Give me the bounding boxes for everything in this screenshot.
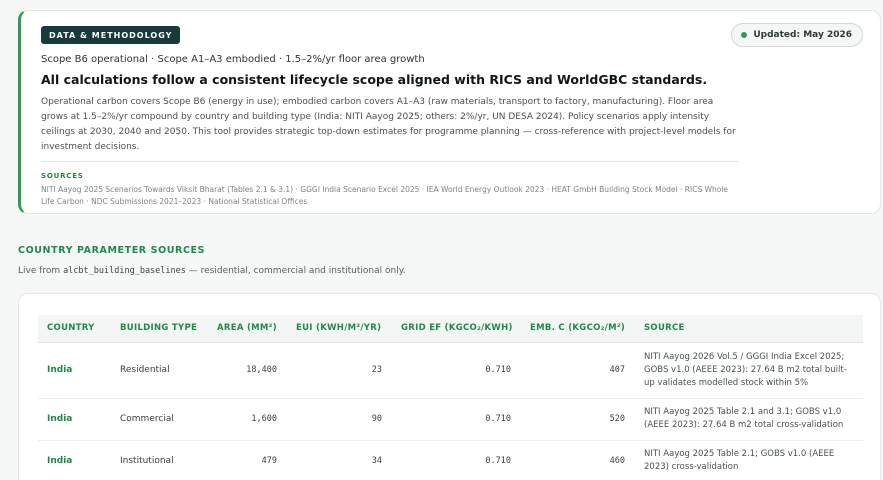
updated-label: Updated: May 2026	[753, 30, 852, 40]
column-header-area[interactable]: AREA (MM²)	[208, 315, 287, 343]
column-header-source[interactable]: SOURCE	[635, 315, 863, 343]
cell-grid-ef: 0.710	[392, 398, 521, 441]
cell-eui: 90	[287, 398, 392, 441]
methodology-paragraph: Operational carbon covers Scope B6 (ener…	[41, 97, 736, 152]
sources-heading: SOURCES	[41, 172, 84, 180]
parameters-table-card: COUNTRY BUILDING TYPE AREA (MM²) EUI (KW…	[18, 293, 881, 480]
cell-grid-ef: 0.710	[392, 342, 521, 399]
table-row: India Residential 18,400 23 0.710 407 NI…	[38, 342, 863, 399]
subtitle-prefix: Live from	[18, 266, 61, 276]
table-name-code: alcbt_building_baselines	[63, 266, 186, 276]
country-parameter-sources-subtitle: Live from alcbt_building_baselines — res…	[18, 266, 406, 276]
methodology-headline: All calculations follow a consistent lif…	[41, 72, 708, 87]
data-methodology-chip: DATA & METHODOLOGY	[41, 26, 181, 44]
table-row: India Institutional 479 34 0.710 460 NIT…	[38, 440, 863, 480]
cell-source: NITI Aayog 2026 Vol.5 / GGGI India Excel…	[635, 342, 863, 399]
column-header-embodied-carbon[interactable]: EMB. C (KGCO₂/M²)	[521, 315, 635, 343]
cell-source: NITI Aayog 2025 Table 2.1; GOBS v1.0 (AE…	[635, 440, 863, 480]
cell-grid-ef: 0.710	[392, 440, 521, 480]
cell-country: India	[38, 342, 111, 399]
cell-country: India	[38, 440, 111, 480]
scope-line: Scope B6 operational · Scope A1–A3 embod…	[41, 54, 425, 65]
cell-embodied-carbon: 407	[521, 342, 635, 399]
parameters-table: COUNTRY BUILDING TYPE AREA (MM²) EUI (KW…	[38, 315, 863, 480]
table-header-row: COUNTRY BUILDING TYPE AREA (MM²) EUI (KW…	[38, 315, 863, 343]
cell-source: NITI Aayog 2025 Table 2.1 and 3.1; GOBS …	[635, 398, 863, 441]
country-parameter-sources-title: COUNTRY PARAMETER SOURCES	[18, 245, 206, 256]
cell-area: 1,600	[208, 398, 287, 441]
cell-embodied-carbon: 520	[521, 398, 635, 441]
column-header-grid-ef[interactable]: GRID EF (KGCO₂/KWH)	[392, 315, 521, 343]
status-dot-icon	[741, 32, 748, 38]
cell-country: India	[38, 398, 111, 441]
cell-eui: 23	[287, 342, 392, 399]
cell-area: 18,400	[208, 342, 287, 399]
cell-building-type: Commercial	[111, 398, 208, 441]
table-row: India Commercial 1,600 90 0.710 520 NITI…	[38, 398, 863, 441]
sources-list: NITI Aayog 2025 Scenarios Towards Viksit…	[41, 185, 729, 206]
column-header-building-type[interactable]: BUILDING TYPE	[111, 315, 208, 343]
updated-badge: Updated: May 2026	[731, 23, 863, 47]
cell-eui: 34	[287, 440, 392, 480]
subtitle-suffix: — residential, commercial and institutio…	[188, 266, 406, 276]
divider	[41, 161, 738, 162]
cell-building-type: Residential	[111, 342, 208, 399]
column-header-eui[interactable]: EUI (KWH/M²/YR)	[287, 315, 392, 343]
methodology-card: DATA & METHODOLOGY Updated: May 2026 Sco…	[18, 10, 881, 214]
cell-embodied-carbon: 460	[521, 440, 635, 480]
cell-area: 479	[208, 440, 287, 480]
cell-building-type: Institutional	[111, 440, 208, 480]
column-header-country[interactable]: COUNTRY	[38, 315, 111, 343]
